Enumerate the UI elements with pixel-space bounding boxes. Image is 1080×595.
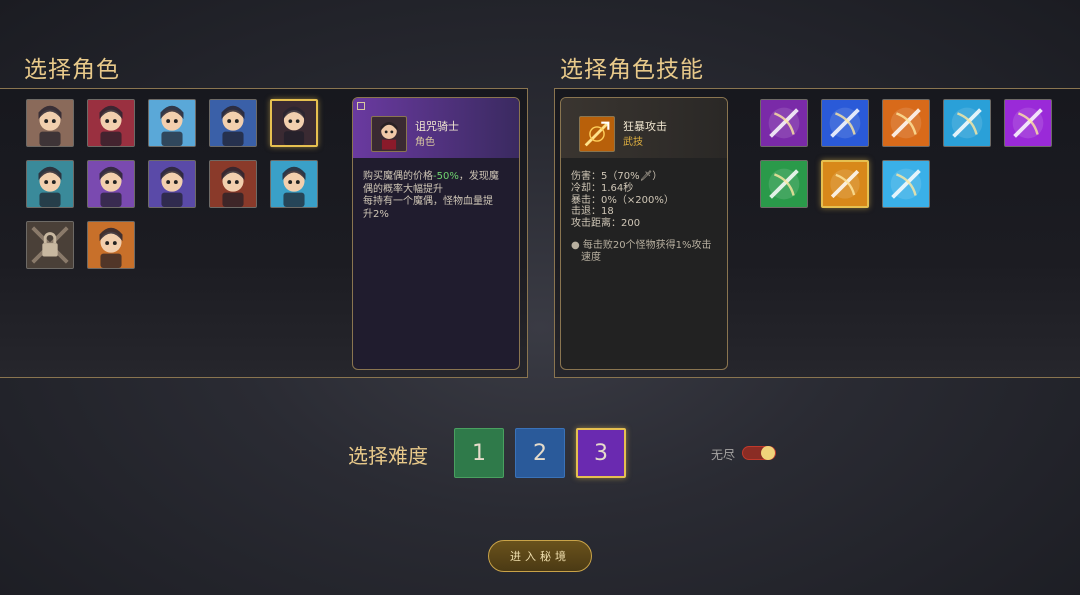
- difficulty-2-button[interactable]: 2: [515, 428, 565, 478]
- enter-realm-button[interactable]: 进入秘境: [488, 540, 592, 572]
- witch-hat-icon: [27, 161, 73, 207]
- character-name: 诅咒骑士: [415, 120, 459, 133]
- select-character-title: 选择角色: [24, 57, 120, 83]
- ice-wolf-icon: [883, 161, 929, 207]
- character-info-card: 诅咒骑士 角色 购买魔偶的价格-50%，发现魔 偶的概率大幅提升 每持有一个魔偶…: [352, 97, 520, 370]
- character-slot-purple-mage-icon[interactable]: [148, 160, 196, 208]
- fire-blade-icon: [883, 100, 929, 146]
- blue-robot-icon: [210, 100, 256, 146]
- purple-shuriken-icon: [1005, 100, 1051, 146]
- difficulty-1-button[interactable]: 1: [454, 428, 504, 478]
- blue-hair-girl-icon: [271, 161, 317, 207]
- water-wave-icon: [944, 100, 990, 146]
- berserk-strike-icon: [823, 162, 867, 206]
- endless-toggle[interactable]: [742, 446, 776, 460]
- skill-stats: 伤害：5（70%🗡） 冷却：1.64秒 暴击：0%（×200%） 击退：18 攻…: [571, 171, 674, 230]
- skill-slot-water-wave-icon[interactable]: [943, 99, 991, 147]
- character-slot-witch-hat-icon[interactable]: [26, 160, 74, 208]
- red-robot-icon: [88, 100, 134, 146]
- white-hair-hero-icon: [88, 161, 134, 207]
- character-slot-blue-robot-icon[interactable]: [209, 99, 257, 147]
- character-description: 购买魔偶的价格-50%，发现魔 偶的概率大幅提升 每持有一个魔偶，怪物血量提 升…: [363, 171, 499, 220]
- locked-character-icon: [27, 222, 73, 268]
- skill-slot-fire-blade-icon[interactable]: [882, 99, 930, 147]
- difficulty-label: 选择难度: [348, 444, 428, 468]
- skill-slot-ice-wolf-icon[interactable]: [882, 160, 930, 208]
- character-slot-scientist-glasses-icon[interactable]: [26, 99, 74, 147]
- cursed-knight-icon: [272, 101, 316, 145]
- character-slot-ice-mech-icon[interactable]: [148, 99, 196, 147]
- endless-label: 无尽: [711, 448, 736, 462]
- character-slot-white-hair-hero-icon[interactable]: [87, 160, 135, 208]
- purple-mage-icon: [149, 161, 195, 207]
- character-slot-red-robot-icon[interactable]: [87, 99, 135, 147]
- difficulty-3-button[interactable]: 3: [576, 428, 626, 478]
- character-slot-cursed-knight-icon[interactable]: [270, 99, 318, 147]
- select-skill-title: 选择角色技能: [560, 57, 704, 83]
- skill-slot-berserk-strike-icon[interactable]: [821, 160, 869, 208]
- ice-mech-icon: [149, 100, 195, 146]
- goggles-girl-icon: [88, 222, 134, 268]
- purple-slash-icon: [761, 100, 807, 146]
- character-slot-locked-character-icon[interactable]: [26, 221, 74, 269]
- cursed-knight-icon: [371, 116, 407, 152]
- skill-name: 狂暴攻击: [623, 120, 667, 133]
- blue-sword-icon: [822, 100, 868, 146]
- character-slot-goggles-girl-icon[interactable]: [87, 221, 135, 269]
- character-type: 角色: [415, 137, 435, 148]
- horned-warrior-icon: [210, 161, 256, 207]
- character-slot-horned-warrior-icon[interactable]: [209, 160, 257, 208]
- skill-slot-blue-sword-icon[interactable]: [821, 99, 869, 147]
- skill-note: ● 每击败20个怪物获得1%攻击 速度: [571, 240, 712, 263]
- skill-slot-green-arrows-icon[interactable]: [760, 160, 808, 208]
- scientist-glasses-icon: [27, 100, 73, 146]
- character-slot-blue-hair-girl-icon[interactable]: [270, 160, 318, 208]
- berserk-strike-icon: [579, 116, 615, 152]
- skill-type: 武技: [623, 137, 643, 148]
- skill-slot-purple-shuriken-icon[interactable]: [1004, 99, 1052, 147]
- toggle-knob: [761, 446, 775, 460]
- skill-info-card: 狂暴攻击 武技 伤害：5（70%🗡） 冷却：1.64秒 暴击：0%（×200%）…: [560, 97, 728, 370]
- skill-slot-purple-slash-icon[interactable]: [760, 99, 808, 147]
- green-arrows-icon: [761, 161, 807, 207]
